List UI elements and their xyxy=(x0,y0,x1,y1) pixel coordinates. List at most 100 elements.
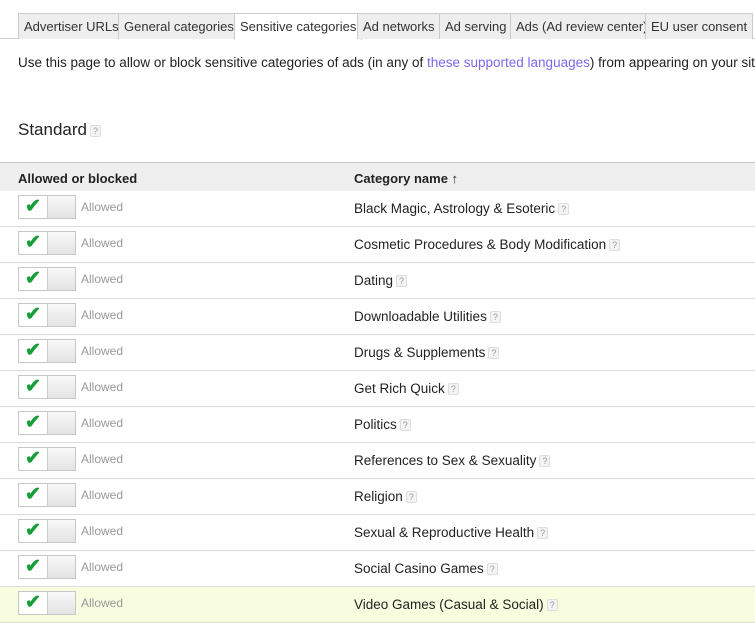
help-icon[interactable]: ? xyxy=(396,275,408,288)
category-name-text: Religion xyxy=(354,489,403,504)
status-label: Allowed xyxy=(81,596,124,610)
category-name-text: Downloadable Utilities xyxy=(354,309,487,324)
category-name: Religion? xyxy=(354,489,417,504)
help-icon[interactable]: ? xyxy=(488,347,500,360)
category-name: Video Games (Casual & Social)? xyxy=(354,597,558,612)
tab-sensitive-categories[interactable]: Sensitive categories xyxy=(234,13,363,40)
help-icon[interactable]: ? xyxy=(486,563,498,576)
table-row: ✔ Allowed Sexual & Reproductive Health? xyxy=(0,515,755,551)
checkmark-icon: ✔ xyxy=(19,412,48,434)
category-name: Black Magic, Astrology & Esoteric? xyxy=(354,201,570,216)
section-title: Standard? xyxy=(18,120,101,140)
help-icon[interactable]: ? xyxy=(447,383,459,396)
category-name-text: Social Casino Games xyxy=(354,561,484,576)
category-name: Social Casino Games? xyxy=(354,561,498,576)
checkmark-icon: ✔ xyxy=(19,304,48,326)
help-icon[interactable]: ? xyxy=(539,455,551,468)
category-name-text: References to Sex & Sexuality xyxy=(354,453,537,468)
checkmark-icon: ✔ xyxy=(19,448,48,470)
checkmark-icon: ✔ xyxy=(19,196,48,218)
category-name-text: Video Games (Casual & Social) xyxy=(354,597,544,612)
checkmark-icon: ✔ xyxy=(19,556,48,578)
checkmark-icon: ✔ xyxy=(19,592,48,614)
status-label: Allowed xyxy=(81,452,124,466)
status-label: Allowed xyxy=(81,308,124,322)
tab-eu-user-consent[interactable]: EU user consent xyxy=(645,13,754,39)
allow-block-toggle[interactable]: ✔ xyxy=(18,555,76,579)
checkmark-icon: ✔ xyxy=(19,376,48,398)
help-icon[interactable]: ? xyxy=(558,203,570,216)
checkmark-icon: ✔ xyxy=(19,268,48,290)
category-name: Politics? xyxy=(354,417,411,432)
allow-block-toggle[interactable]: ✔ xyxy=(18,303,76,327)
tab-advertiser-urls[interactable]: Advertiser URLs xyxy=(18,13,125,39)
allow-block-toggle[interactable]: ✔ xyxy=(18,591,76,615)
category-name: References to Sex & Sexuality? xyxy=(354,453,551,468)
status-label: Allowed xyxy=(81,272,124,286)
category-name-text: Dating xyxy=(354,273,394,288)
intro-before: Use this page to allow or block sensitiv… xyxy=(18,55,427,70)
category-name: Dating? xyxy=(354,273,408,288)
table-row: ✔ Allowed Politics? xyxy=(0,407,755,443)
category-name-text: Politics xyxy=(354,417,397,432)
table-row: ✔ Allowed References to Sex & Sexuality? xyxy=(0,443,755,479)
table-row: ✔ Allowed Religion? xyxy=(0,479,755,515)
allow-block-toggle[interactable]: ✔ xyxy=(18,519,76,543)
intro-text: Use this page to allow or block sensitiv… xyxy=(18,55,755,70)
help-icon[interactable]: ? xyxy=(609,239,621,252)
category-name-text: Sexual & Reproductive Health xyxy=(354,525,535,540)
tab-ad-serving[interactable]: Ad serving xyxy=(439,13,513,39)
help-icon[interactable]: ? xyxy=(546,599,558,612)
help-icon[interactable]: ? xyxy=(489,311,501,324)
column-header-category-label: Category name xyxy=(354,171,448,186)
category-name: Downloadable Utilities? xyxy=(354,309,501,324)
category-name: Cosmetic Procedures & Body Modification? xyxy=(354,237,621,252)
checkmark-icon: ✔ xyxy=(19,232,48,254)
table-row: ✔ Allowed Dating? xyxy=(0,263,755,299)
allow-block-toggle[interactable]: ✔ xyxy=(18,339,76,363)
status-label: Allowed xyxy=(81,380,124,394)
category-table: ✔ Allowed Black Magic, Astrology & Esote… xyxy=(0,191,755,623)
status-label: Allowed xyxy=(81,488,124,502)
allow-block-toggle[interactable]: ✔ xyxy=(18,267,76,291)
allow-block-toggle[interactable]: ✔ xyxy=(18,195,76,219)
category-name-text: Get Rich Quick xyxy=(354,381,445,396)
allow-block-toggle[interactable]: ✔ xyxy=(18,447,76,471)
table-row: ✔ Allowed Downloadable Utilities? xyxy=(0,299,755,335)
checkmark-icon: ✔ xyxy=(19,520,48,542)
intro-after: ) from appearing on your site. xyxy=(589,55,755,70)
help-icon[interactable]: ? xyxy=(405,491,417,504)
column-header-category[interactable]: Category name ↑ xyxy=(354,171,458,186)
allow-block-toggle[interactable]: ✔ xyxy=(18,231,76,255)
status-label: Allowed xyxy=(81,200,124,214)
table-row: ✔ Allowed Get Rich Quick? xyxy=(0,371,755,407)
table-row: ✔ Allowed Cosmetic Procedures & Body Mod… xyxy=(0,227,755,263)
checkmark-icon: ✔ xyxy=(19,340,48,362)
table-row: ✔ Allowed Video Games (Casual & Social)? xyxy=(0,587,755,623)
tab-ad-networks[interactable]: Ad networks xyxy=(357,13,441,39)
status-label: Allowed xyxy=(81,236,124,250)
help-icon[interactable]: ? xyxy=(537,527,549,540)
table-header: Allowed or blocked Category name ↑ xyxy=(0,162,755,191)
table-row: ✔ Allowed Social Casino Games? xyxy=(0,551,755,587)
checkmark-icon: ✔ xyxy=(19,484,48,506)
tab-general-categories[interactable]: General categories xyxy=(118,13,240,39)
allow-block-toggle[interactable]: ✔ xyxy=(18,375,76,399)
allow-block-toggle[interactable]: ✔ xyxy=(18,411,76,435)
supported-languages-link[interactable]: these supported languages xyxy=(427,55,590,70)
status-label: Allowed xyxy=(81,524,124,538)
tab-ads-review-center[interactable]: Ads (Ad review center) xyxy=(510,13,654,39)
category-name: Drugs & Supplements? xyxy=(354,345,500,360)
category-name: Sexual & Reproductive Health? xyxy=(354,525,549,540)
tab-bar: Advertiser URLs General categories Sensi… xyxy=(0,13,755,40)
category-name-text: Black Magic, Astrology & Esoteric xyxy=(354,201,556,216)
help-icon[interactable]: ? xyxy=(90,124,101,137)
section-title-text: Standard xyxy=(18,120,87,139)
help-icon[interactable]: ? xyxy=(399,419,411,432)
status-label: Allowed xyxy=(81,344,124,358)
category-name-text: Cosmetic Procedures & Body Modification xyxy=(354,237,607,252)
status-label: Allowed xyxy=(81,560,124,574)
category-name-text: Drugs & Supplements xyxy=(354,345,486,360)
allow-block-toggle[interactable]: ✔ xyxy=(18,483,76,507)
category-name: Get Rich Quick? xyxy=(354,381,459,396)
